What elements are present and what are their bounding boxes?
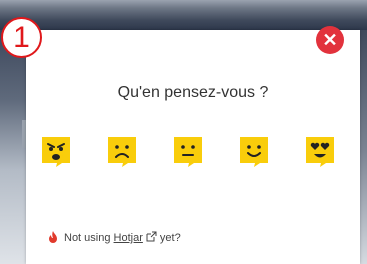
page-backdrop-right bbox=[360, 30, 367, 264]
hotjar-footer: Not using Hotjar yet? bbox=[48, 230, 181, 246]
external-link-icon bbox=[146, 231, 157, 242]
rating-faces bbox=[40, 135, 350, 175]
footer-prefix: Not using bbox=[64, 232, 111, 244]
heart-eyes-face-icon[interactable] bbox=[304, 135, 336, 167]
smile-face-icon[interactable] bbox=[238, 135, 270, 167]
angry-face-icon[interactable] bbox=[40, 135, 72, 167]
step-number-badge: 1 bbox=[1, 17, 42, 58]
footer-suffix: yet? bbox=[159, 232, 181, 244]
neutral-face-icon[interactable] bbox=[172, 135, 204, 167]
close-icon: ✕ bbox=[322, 30, 338, 50]
sad-face-icon[interactable] bbox=[106, 135, 138, 167]
hotjar-link[interactable]: Hotjar bbox=[114, 232, 143, 244]
close-button[interactable]: ✕ bbox=[316, 26, 344, 54]
dialog-title: Qu'en pensez-vous ? bbox=[117, 84, 269, 101]
hotjar-flame-icon bbox=[49, 231, 57, 243]
page-backdrop-top bbox=[0, 0, 367, 30]
